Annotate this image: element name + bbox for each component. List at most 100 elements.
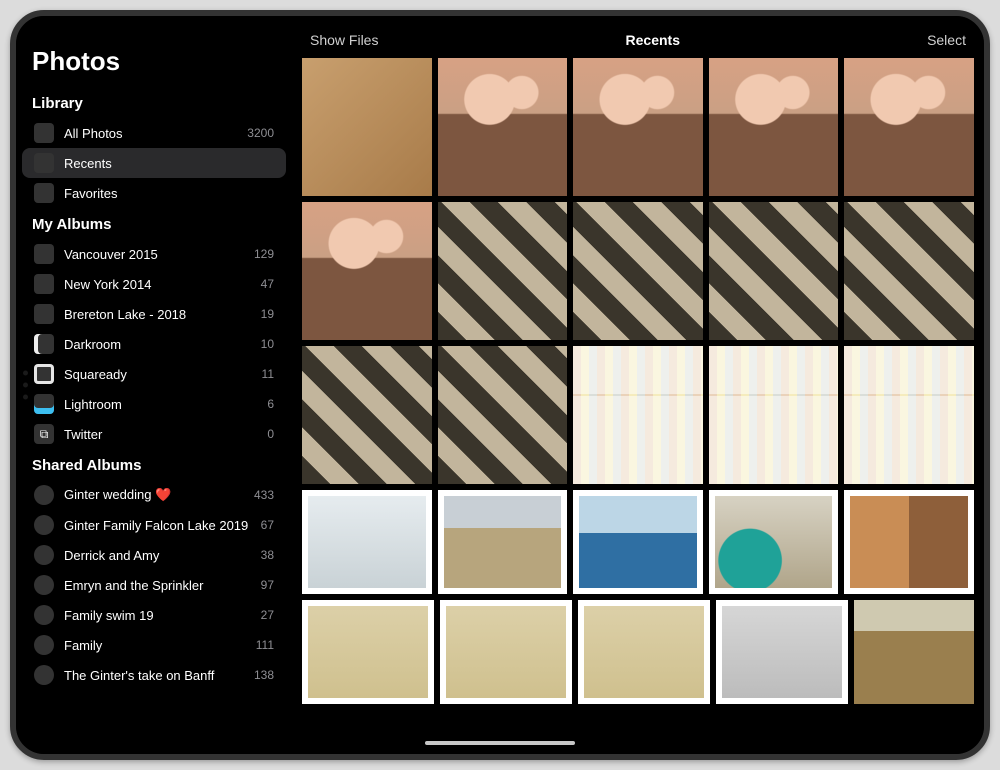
photo-thumbnail[interactable] xyxy=(302,490,432,594)
photo-thumbnail[interactable] xyxy=(302,58,432,196)
sidebar-item-label: Lightroom xyxy=(64,397,261,412)
photo-thumbnail[interactable] xyxy=(302,600,434,704)
photo-thumbnail[interactable] xyxy=(438,202,568,340)
album-icon xyxy=(34,153,54,173)
sidebar-item-count: 111 xyxy=(256,638,274,652)
sidebar-item-label: Squaready xyxy=(64,367,256,382)
sidebar-item-label: Darkroom xyxy=(64,337,255,352)
sidebar-item[interactable]: Vancouver 2015129 xyxy=(22,239,286,269)
section-header-library: Library xyxy=(16,87,292,118)
page-title: Recents xyxy=(626,32,680,48)
sidebar-item-label: All Photos xyxy=(64,126,241,141)
album-icon: ⧉ xyxy=(34,424,54,444)
sidebar-item[interactable]: Emryn and the Sprinkler 97 xyxy=(22,570,286,600)
photo-grid-row xyxy=(302,202,974,340)
album-icon xyxy=(34,183,54,203)
sidebar-item[interactable]: ⧉ Twitter 0 xyxy=(22,419,286,449)
sidebar-item[interactable]: Derrick and Amy38 xyxy=(22,540,286,570)
photo-thumbnail[interactable] xyxy=(573,58,703,196)
photo-grid[interactable] xyxy=(292,58,984,754)
photo-thumbnail[interactable] xyxy=(573,202,703,340)
photo-thumbnail[interactable] xyxy=(302,346,432,484)
sidebar-item-count: 97 xyxy=(261,578,274,592)
topbar: Show Files Recents Select xyxy=(292,16,984,58)
sidebar-item[interactable]: Lightroom 6 xyxy=(22,389,286,419)
album-icon xyxy=(34,665,54,685)
photo-thumbnail[interactable] xyxy=(844,58,974,196)
sidebar-item-label: Vancouver 2015 xyxy=(64,247,248,262)
photo-thumbnail[interactable] xyxy=(844,346,974,484)
camera-dot xyxy=(23,383,28,388)
sidebar-item-count: 11 xyxy=(262,367,274,381)
photo-grid-row xyxy=(302,600,974,704)
sidebar-item-label: The Ginter's take on Banff xyxy=(64,668,248,683)
sidebar-item[interactable]: Family swim 1927 xyxy=(22,600,286,630)
sidebar-item[interactable]: All Photos 3200 xyxy=(22,118,286,148)
select-button[interactable]: Select xyxy=(927,32,966,48)
sidebar-item[interactable]: New York 2014 47 xyxy=(22,269,286,299)
album-icon xyxy=(34,394,54,414)
photo-thumbnail[interactable] xyxy=(716,600,848,704)
photo-thumbnail[interactable] xyxy=(440,600,572,704)
sidebar-item-label: Emryn and the Sprinkler xyxy=(64,578,255,593)
album-icon xyxy=(34,545,54,565)
section-header-my-albums: My Albums xyxy=(16,208,292,239)
sidebar-item-label: Brereton Lake - 2018 xyxy=(64,307,255,322)
photo-grid-row xyxy=(302,58,974,196)
sidebar-item[interactable]: Squaready 11 xyxy=(22,359,286,389)
sidebar-item[interactable]: Brereton Lake - 201819 xyxy=(22,299,286,329)
photo-thumbnail[interactable] xyxy=(844,202,974,340)
sidebar-item[interactable]: Family 111 xyxy=(22,630,286,660)
photo-thumbnail[interactable] xyxy=(709,490,839,594)
sidebar-item-count: 6 xyxy=(267,397,274,411)
sidebar-item-count: 67 xyxy=(261,518,274,532)
sidebar-item-count: 138 xyxy=(254,668,274,682)
sidebar-item-label: New York 2014 xyxy=(64,277,255,292)
photo-thumbnail[interactable] xyxy=(709,58,839,196)
sidebar-item-count: 433 xyxy=(254,488,274,502)
photo-grid-row xyxy=(302,346,974,484)
sidebar-item[interactable]: Ginter Family Falcon Lake 2019 67 xyxy=(22,510,286,540)
album-icon xyxy=(34,334,54,354)
photo-thumbnail[interactable] xyxy=(573,490,703,594)
main-content: Show Files Recents Select xyxy=(292,16,984,754)
photo-thumbnail[interactable] xyxy=(438,58,568,196)
album-icon xyxy=(34,635,54,655)
sidebar-item-label: Derrick and Amy xyxy=(64,548,255,563)
sidebar-item[interactable]: Ginter wedding ❤️433 xyxy=(22,480,286,510)
photo-thumbnail[interactable] xyxy=(573,346,703,484)
sidebar-item[interactable]: Favorites xyxy=(22,178,286,208)
section-header-shared-albums: Shared Albums xyxy=(16,449,292,480)
photo-thumbnail[interactable] xyxy=(438,490,568,594)
sidebar-item-label: Ginter Family Falcon Lake 2019 xyxy=(64,518,255,533)
sidebar-item-label: Twitter xyxy=(64,427,261,442)
home-indicator[interactable] xyxy=(425,741,575,745)
photo-thumbnail[interactable] xyxy=(438,346,568,484)
photo-thumbnail[interactable] xyxy=(844,490,974,594)
album-icon xyxy=(34,364,54,384)
sidebar-item-count: 10 xyxy=(261,337,274,351)
photo-grid-row xyxy=(302,490,974,594)
sidebar-item[interactable]: The Ginter's take on Banff 138 xyxy=(22,660,286,690)
album-icon xyxy=(34,485,54,505)
sidebar-item-count: 47 xyxy=(261,277,274,291)
sidebar-item[interactable]: Darkroom 10 xyxy=(22,329,286,359)
album-icon xyxy=(34,575,54,595)
show-files-button[interactable]: Show Files xyxy=(310,32,378,48)
sidebar-item-count: 0 xyxy=(267,427,274,441)
album-icon xyxy=(34,244,54,264)
sidebar-item-count: 3200 xyxy=(247,126,274,140)
photo-thumbnail[interactable] xyxy=(578,600,710,704)
photo-thumbnail[interactable] xyxy=(709,202,839,340)
photo-thumbnail[interactable] xyxy=(302,202,432,340)
sidebar: Photos Library All Photos 3200 Recents Favo… xyxy=(16,16,292,754)
album-icon xyxy=(34,274,54,294)
photo-thumbnail[interactable] xyxy=(854,600,974,704)
sidebar-item-label: Family xyxy=(64,638,250,653)
sidebar-item[interactable]: Recents xyxy=(22,148,286,178)
photo-thumbnail[interactable] xyxy=(709,346,839,484)
album-icon xyxy=(34,605,54,625)
app-title: Photos xyxy=(16,46,292,87)
sidebar-item-label: Favorites xyxy=(64,186,268,201)
album-icon xyxy=(34,123,54,143)
